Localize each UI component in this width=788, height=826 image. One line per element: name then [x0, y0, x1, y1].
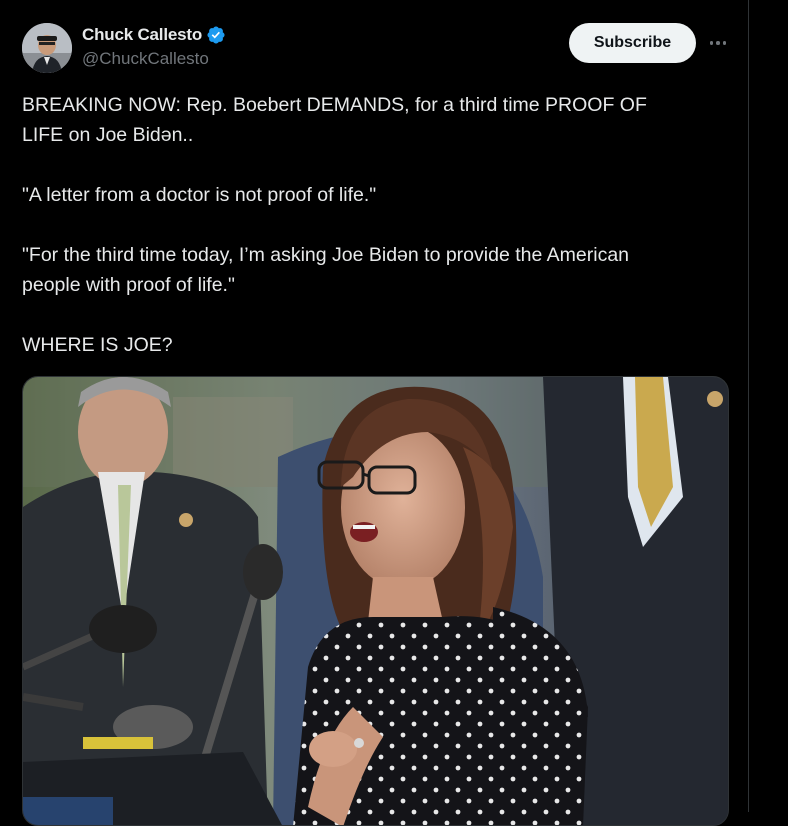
- tweet-text-line: LIFE on Joe Bidən..: [22, 124, 194, 146]
- subscribe-button[interactable]: Subscribe: [569, 23, 696, 63]
- verified-badge-icon[interactable]: [206, 25, 226, 45]
- column-divider: [748, 0, 749, 812]
- tweet-media-photo[interactable]: [22, 376, 729, 826]
- tweet-text-line: WHERE IS JOE?: [22, 334, 173, 356]
- avatar-image: [22, 23, 72, 73]
- tweet-text-line: BREAKING NOW: Rep. Boebert DEMANDS, for …: [22, 94, 647, 116]
- tweet-text-line: "A letter from a doctor is not proof of …: [22, 184, 377, 206]
- author-info: Chuck Callesto @ChuckCallesto: [82, 24, 226, 69]
- more-options-icon[interactable]: [705, 33, 731, 53]
- tweet-text-line: people with proof of life.": [22, 274, 235, 296]
- author-handle[interactable]: @ChuckCallesto: [82, 49, 226, 69]
- photo-image: [23, 377, 728, 825]
- tweet: Chuck Callesto @ChuckCallesto Subscribe …: [0, 0, 748, 826]
- tweet-text: BREAKING NOW: Rep. Boebert DEMANDS, for …: [22, 90, 734, 360]
- author-display-name[interactable]: Chuck Callesto: [82, 25, 202, 45]
- author-avatar[interactable]: [22, 23, 72, 73]
- tweet-text-line: "For the third time today, I’m asking Jo…: [22, 244, 630, 266]
